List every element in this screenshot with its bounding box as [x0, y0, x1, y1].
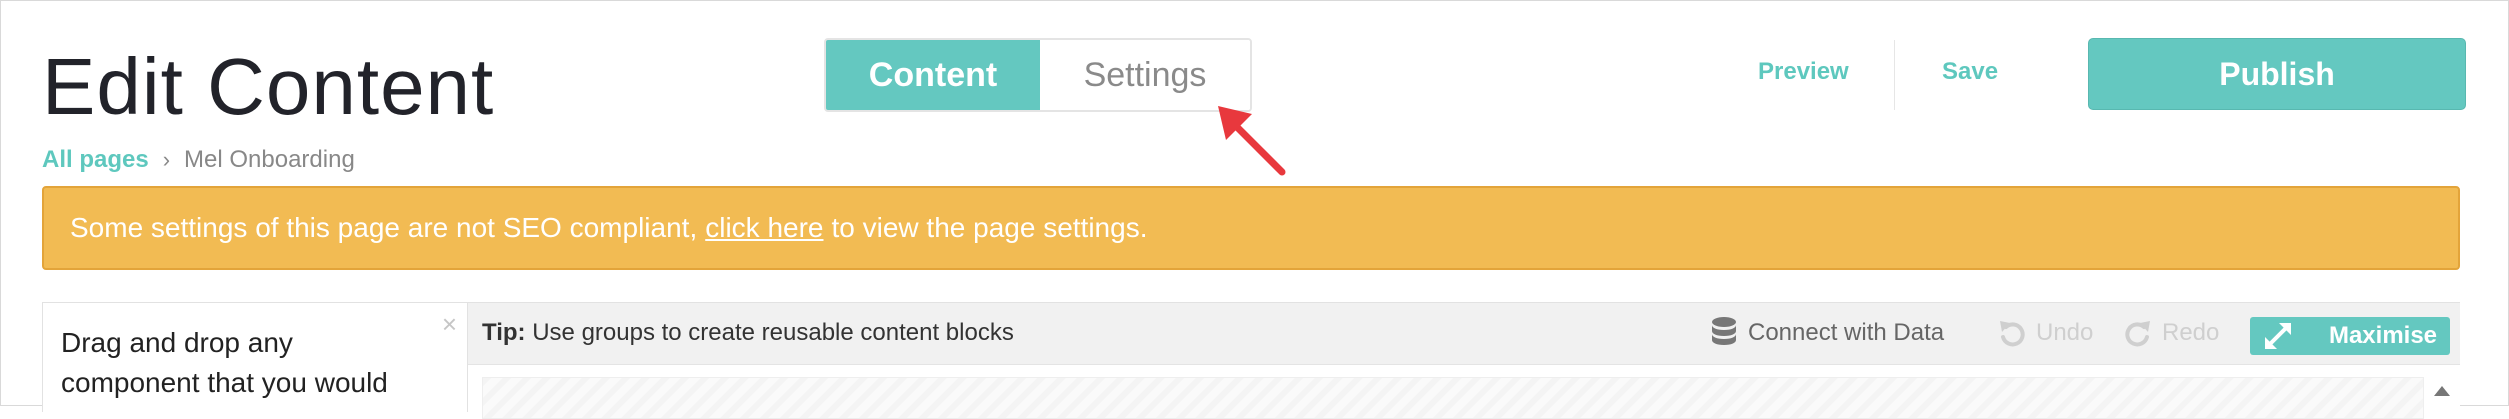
breadcrumb: All pages › Mel Onboarding [42, 140, 355, 180]
mode-tabs: Content Settings [824, 38, 1252, 112]
banner-text-after: to view the page settings. [831, 212, 1148, 243]
seo-warning-banner: Some settings of this page are not SEO c… [42, 186, 2460, 270]
component-panel: Drag and drop any component that you wou… [42, 302, 468, 412]
close-icon[interactable]: × [442, 309, 457, 340]
breadcrumb-current: Mel Onboarding [184, 146, 355, 173]
preview-button[interactable]: Preview [1758, 58, 1849, 86]
canvas-area: Tip: Use groups to create reusable conte… [468, 302, 2460, 419]
page-title: Edit Content [42, 42, 495, 131]
redo-button[interactable]: Redo [2124, 315, 2219, 351]
canvas-dropzone[interactable] [482, 377, 2424, 419]
tip-label: Tip: [482, 319, 526, 346]
header-divider [1894, 40, 1895, 110]
banner-settings-link[interactable]: click here [705, 212, 823, 244]
save-button[interactable]: Save [1942, 58, 1998, 86]
expand-icon [2264, 323, 2291, 349]
undo-icon [2000, 321, 2025, 347]
database-icon [1712, 317, 1736, 345]
maximise-button[interactable]: Maximise [2250, 317, 2450, 355]
undo-button[interactable]: Undo [1998, 315, 2093, 351]
tip-text: Tip: Use groups to create reusable conte… [482, 319, 1014, 347]
component-panel-hint: Drag and drop any component that you wou… [61, 327, 388, 398]
maximise-label: Maximise [2328, 322, 2438, 349]
redo-icon [2125, 321, 2150, 347]
connect-label: Connect with Data [1748, 319, 1945, 346]
breadcrumb-all-pages-link[interactable]: All pages [42, 146, 149, 174]
connect-with-data-button[interactable]: Connect with Data [1710, 315, 1944, 351]
publish-button[interactable]: Publish [2088, 38, 2466, 110]
banner-text-before: Some settings of this page are not SEO c… [70, 212, 698, 243]
redo-label: Redo [2162, 319, 2220, 346]
scroll-up-icon[interactable] [2428, 377, 2456, 405]
tip-message: Use groups to create reusable content bl… [532, 319, 1014, 346]
undo-label: Undo [2036, 319, 2094, 346]
chevron-right-icon: › [162, 147, 171, 172]
annotation-arrow-icon [1218, 106, 1286, 176]
tab-content[interactable]: Content [826, 40, 1040, 110]
editor-toolbar: Tip: Use groups to create reusable conte… [468, 303, 2460, 365]
